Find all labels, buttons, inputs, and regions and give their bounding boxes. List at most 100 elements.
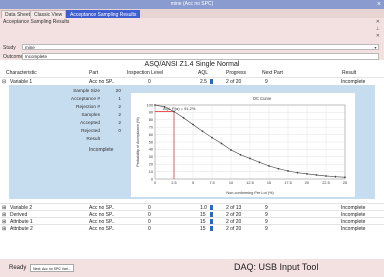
oc-curve-point xyxy=(211,136,213,139)
row-name: Attribute 2 xyxy=(10,226,33,232)
x-tick-label: 5 xyxy=(192,181,194,185)
oc-curve-point xyxy=(315,174,318,176)
detail-name: Rejected xyxy=(81,129,100,134)
y-tick-label: 90 xyxy=(149,111,153,115)
oc-curve-point xyxy=(230,149,232,151)
row-next-part: 9 xyxy=(265,226,268,232)
next-part-button[interactable]: Next: Acc no SPC Vari... xyxy=(30,264,74,272)
detail-result-value: Incomplete xyxy=(89,147,114,153)
oc-curve-point xyxy=(258,161,261,164)
study-select[interactable]: mine ▾ xyxy=(22,44,379,50)
detail-value: 1 xyxy=(118,97,121,102)
close-icon[interactable]: × xyxy=(377,0,381,9)
status-ready: Ready xyxy=(9,265,27,271)
detail-rejected: Rejected 0 xyxy=(9,128,127,136)
table-row[interactable]: ⊞ Derived Acc no SP.. 0 15 2 of 20 9 Inc… xyxy=(0,210,384,218)
study-value: mine xyxy=(25,45,35,50)
oc-curve-point xyxy=(325,175,327,177)
detail-name: Rejection # xyxy=(76,105,100,110)
oc-curve-point xyxy=(306,172,308,175)
oc-curve-point xyxy=(268,165,270,167)
row-result: Incomplete xyxy=(341,226,366,232)
row-part: Acc no SP.. xyxy=(89,226,115,232)
outcome-value: Incomplete xyxy=(22,53,379,60)
x-tick-label: 15 xyxy=(267,181,271,185)
table-row[interactable]: ⊟ Variable 1 Acc no SP.. 0 2.5 2 of 20 9… xyxy=(0,77,384,85)
x-tick-label: 2.5 xyxy=(171,181,176,185)
study-label: Study xyxy=(3,45,16,51)
x-tick-label: 17.5 xyxy=(284,181,291,185)
detail-name: Result xyxy=(86,137,100,142)
x-tick-label: 7.5 xyxy=(209,181,214,185)
oc-curve-svg: 0 2.5 5 7.5 10 12.5 15 17.5 20 22.5 25 0 10 20 30 40 50 6… xyxy=(136,96,347,195)
col-result: Result xyxy=(342,70,357,76)
tab-classic-view[interactable]: Classic View xyxy=(30,10,67,18)
chevron-down-icon[interactable]: ▾ xyxy=(373,45,378,50)
table-row[interactable]: ⊞ Variable 2 Acc no SP.. 0 1.0 2 of 13 9… xyxy=(0,203,384,211)
y-tick-label: 70 xyxy=(149,126,153,130)
row-level: 0 xyxy=(148,226,151,232)
progress-bar xyxy=(210,79,213,84)
window-titlebar: mine (Acc no SPC) × xyxy=(0,0,384,9)
detail-value: 2 xyxy=(118,113,121,118)
oc-curve-point xyxy=(296,171,299,174)
x-axis-label: Non-conforming Per Lot (%) xyxy=(226,191,274,195)
detail-acceptance: Acceptance # 1 xyxy=(9,96,127,104)
oc-curve-chart: 0 2.5 5 7.5 10 12.5 15 17.5 20 22.5 25 0 10 20 30 40 50 6… xyxy=(131,93,355,197)
detail-rejection: Rejection # 2 xyxy=(9,104,127,112)
close-panel-icon[interactable]: ✕ xyxy=(376,19,380,25)
table-row[interactable]: ⊞ Attribute 1 Acc no SP.. 0 15 2 of 20 9… xyxy=(0,217,384,225)
y-tick-label: 50 xyxy=(149,140,153,144)
x-tick-label: 25 xyxy=(343,181,347,185)
detail-value: 2 xyxy=(118,121,121,126)
oc-curve-point xyxy=(154,104,156,106)
detail-sample-size: Sample Size 20 xyxy=(9,88,127,96)
tab-acceptance-sampling-results[interactable]: Acceptance Sampling Results xyxy=(66,10,141,18)
oc-curve-point xyxy=(201,130,204,133)
oc-curve-point xyxy=(344,176,346,179)
col-characteristic: Characteristic xyxy=(6,70,37,76)
col-progress: Progress xyxy=(226,70,247,76)
detail-accepted: Accepted 2 xyxy=(9,120,127,128)
expand-icon[interactable]: ⊞ xyxy=(2,226,6,232)
status-bar: Ready Next: Acc no SPC Vari... DAQ: USB … xyxy=(0,259,384,277)
x-tick-label: 0 xyxy=(154,181,156,185)
x-tick-label: 10 xyxy=(229,181,233,185)
y-axis-label: Probability of Acceptance (%) xyxy=(136,116,140,166)
y-tick-label: 40 xyxy=(149,148,153,152)
oc-curve-point xyxy=(334,175,337,178)
daq-status: DAQ: USB Input Tool xyxy=(234,262,319,272)
tab-bar: Data Sheet Classic View Acceptance Sampl… xyxy=(0,9,384,18)
detail-value: 0 xyxy=(118,129,121,134)
oc-curve-point xyxy=(277,167,280,170)
detail-value: 20 xyxy=(115,89,121,94)
oc-curve-point xyxy=(192,123,194,126)
detail-samples: Samples 2 xyxy=(9,112,127,120)
y-tick-label: 80 xyxy=(149,118,153,122)
y-tick-label: 60 xyxy=(149,133,153,137)
panel-subtitle: Acceptance Sampling Results xyxy=(3,19,70,25)
y-tick-label: 30 xyxy=(149,155,153,159)
table-title: ASQ/ANSI Z1.4 Single Normal xyxy=(144,61,240,68)
oc-curve-point xyxy=(249,157,251,160)
row-progress: 2 of 20 xyxy=(226,226,242,232)
oc-curve-point xyxy=(220,142,223,145)
oc-curve-point xyxy=(287,170,289,172)
x-tick-label: 22.5 xyxy=(322,181,329,185)
collapse-icon[interactable]: ⊟ xyxy=(2,79,6,85)
col-aql: AQL xyxy=(198,70,209,76)
window-title: mine (Acc no SPC) xyxy=(170,1,214,7)
detail-result: Result xyxy=(9,136,127,144)
detail-name: Samples xyxy=(81,113,100,118)
chart-title: OC Curve xyxy=(253,96,272,101)
close-panel-icon-2[interactable]: ✕ xyxy=(376,33,380,39)
x-tick-label: 12.5 xyxy=(246,181,253,185)
pin-icon[interactable]: ⊥ xyxy=(376,26,380,32)
table-row[interactable]: ⊞ Attribute 2 Acc no SP.. 0 15 2 of 20 9… xyxy=(0,224,384,232)
oc-curve-point xyxy=(182,116,185,119)
col-inspection-level: Inspection Level xyxy=(127,70,164,76)
x-tick-label: 20 xyxy=(305,181,309,185)
detail-name: Acceptance # xyxy=(70,97,100,102)
col-next-part: Next Part xyxy=(262,70,283,76)
y-tick-label: 0 xyxy=(151,177,153,181)
